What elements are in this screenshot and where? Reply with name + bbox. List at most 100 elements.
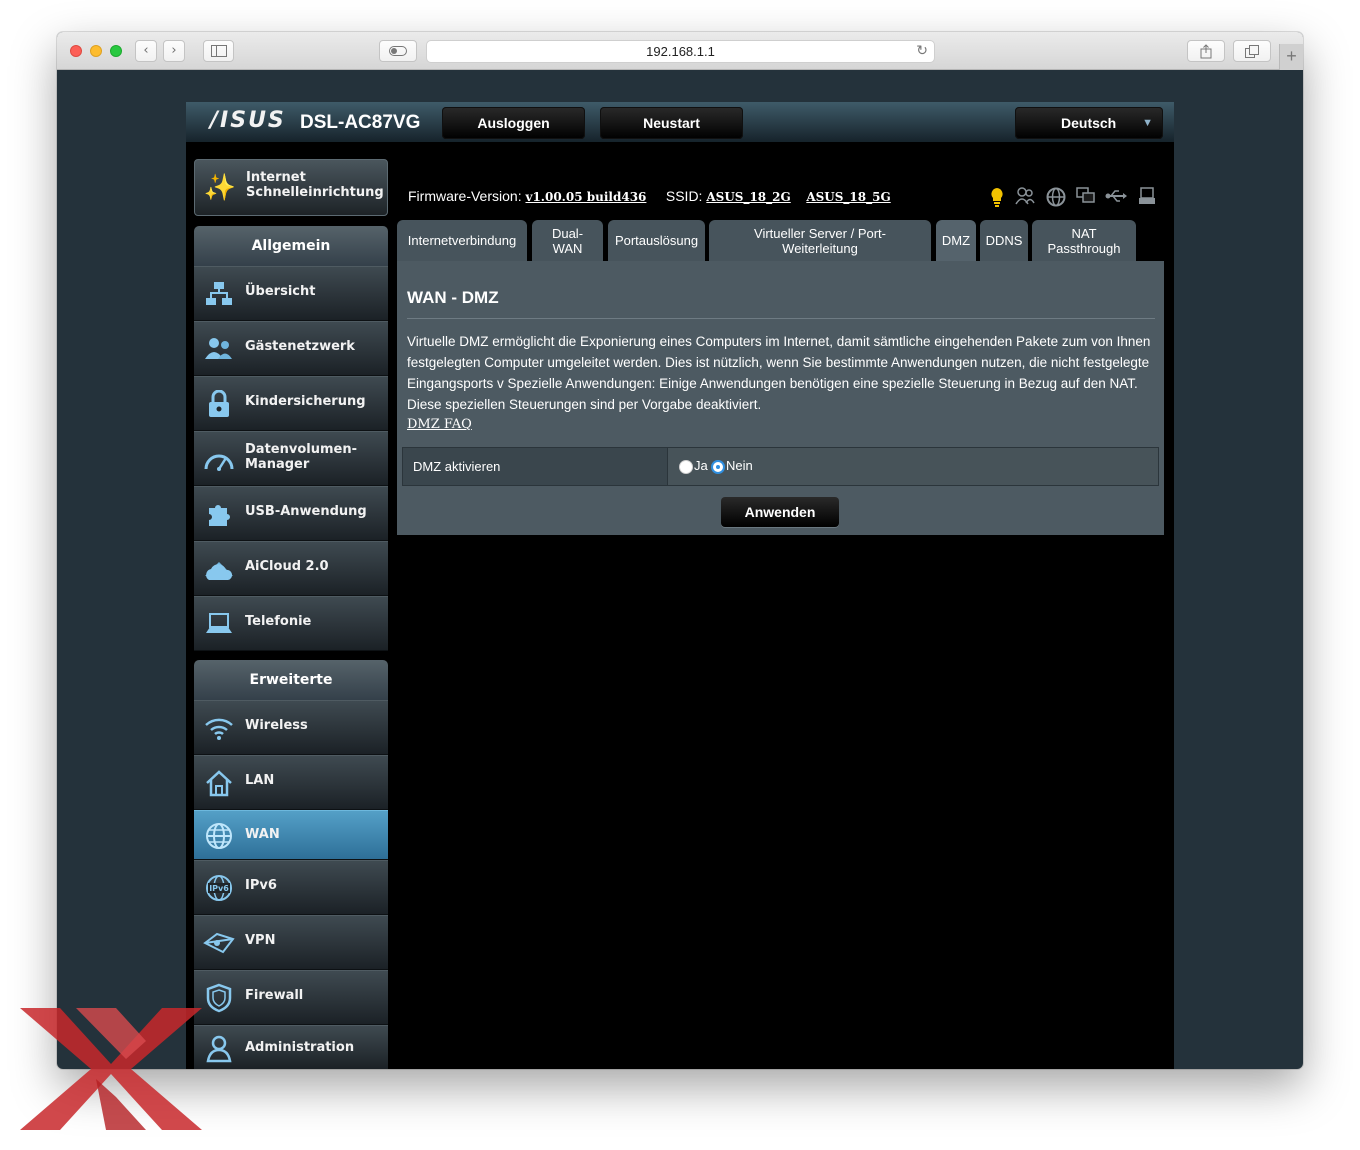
asus-logo: /ISUS: [210, 108, 286, 133]
tabs-icon: [1245, 45, 1259, 58]
dropdown-arrow-icon: ▼: [1142, 117, 1153, 129]
ssid-2g-link[interactable]: ASUS_18_2G: [706, 190, 790, 204]
tab-internet-connection[interactable]: Internetverbindung: [397, 220, 527, 261]
network-map-icon: [202, 277, 236, 311]
shield-icon: [202, 981, 236, 1015]
wifi-icon: [202, 711, 236, 745]
tab-virtual-server[interactable]: Virtueller Server / Port-Weiterleitung: [709, 220, 931, 261]
forward-button[interactable]: ›: [163, 40, 185, 62]
url-text: 192.168.1.1: [646, 44, 715, 59]
menu-label-parental-control: Kindersicherung: [245, 394, 366, 409]
magic-wand-icon: ✨: [203, 172, 237, 202]
share-button[interactable]: [1187, 40, 1225, 62]
general-section-title: Allgemein: [194, 226, 388, 266]
tab-dmz[interactable]: DMZ: [936, 220, 976, 261]
sidebar-toggle-button[interactable]: [203, 40, 234, 62]
new-tab-button[interactable]: +: [1279, 44, 1303, 70]
radio-no-label: Nein: [726, 458, 753, 473]
menu-item-administration[interactable]: Administration: [194, 1025, 388, 1069]
tab-ddns[interactable]: DDNS: [980, 220, 1028, 261]
menu-label-telephony: Telefonie: [245, 614, 312, 629]
menu-label-guest-network: Gästenetzwerk: [245, 339, 355, 354]
menu-item-traffic-manager[interactable]: Datenvolumen-Manager: [194, 431, 388, 486]
restart-button[interactable]: Neustart: [600, 107, 743, 139]
dmz-description: Virtuelle DMZ ermöglicht die Exponierung…: [407, 334, 1151, 412]
internet-status-icon[interactable]: [1045, 187, 1067, 209]
firmware-label: Firmware-Version:: [408, 188, 522, 204]
menu-item-aicloud[interactable]: AiCloud 2.0: [194, 541, 388, 596]
back-button[interactable]: ‹: [135, 40, 157, 62]
home-icon: [202, 766, 236, 800]
menu-item-overview[interactable]: Übersicht: [194, 266, 388, 321]
menu-label-vpn: VPN: [245, 933, 276, 948]
tab-nat-passthrough[interactable]: NAT Passthrough: [1032, 220, 1136, 261]
chevron-right-icon: ›: [171, 43, 177, 58]
menu-label-usb-application: USB-Anwendung: [245, 504, 367, 519]
dmz-enable-label: DMZ aktivieren: [403, 448, 668, 485]
device-icon[interactable]: [1075, 187, 1097, 209]
menu-label-overview: Übersicht: [245, 284, 316, 299]
tab-port-trigger[interactable]: Portauslösung: [608, 220, 705, 261]
clients-icon[interactable]: [1014, 187, 1036, 209]
quick-setup-label: Internet Schnelleinrichtung: [246, 170, 384, 200]
toggle-icon: [389, 46, 407, 56]
quick-setup-button[interactable]: ✨ Internet Schnelleinrichtung: [194, 159, 388, 216]
globe-icon: [202, 819, 236, 853]
radio-yes[interactable]: [679, 460, 693, 474]
usb-icon[interactable]: [1105, 187, 1127, 209]
svg-text:IPv6: IPv6: [209, 884, 229, 893]
radio-no[interactable]: [711, 460, 725, 474]
menu-label-lan: LAN: [245, 773, 275, 788]
menu-label-administration: Administration: [245, 1040, 355, 1055]
menu-label-wireless: Wireless: [245, 718, 308, 733]
close-window-button[interactable]: [70, 45, 82, 57]
logout-button[interactable]: Ausloggen: [442, 107, 585, 139]
plus-icon: +: [1286, 46, 1297, 66]
telephony-icon: [202, 607, 236, 641]
ssid-5g-link[interactable]: ASUS_18_5G: [806, 190, 890, 204]
dmz-enable-row: DMZ aktivieren Ja Nein: [402, 447, 1159, 486]
parental-control-icon: [202, 387, 236, 421]
minimize-window-button[interactable]: [90, 45, 102, 57]
lightbulb-icon[interactable]: [986, 187, 1008, 209]
radio-yes-label: Ja: [694, 458, 708, 473]
tabs-overview-button[interactable]: [1233, 40, 1271, 62]
firmware-version-link[interactable]: v1.00.05 build436: [525, 190, 646, 204]
menu-item-wan[interactable]: WAN: [194, 810, 388, 860]
usb-application-icon: [202, 497, 236, 531]
reload-icon[interactable]: ↻: [916, 41, 928, 62]
vpn-icon: [202, 926, 236, 960]
menu-item-firewall[interactable]: Firewall: [194, 970, 388, 1025]
admin-icon: [202, 1032, 236, 1066]
menu-item-guest-network[interactable]: Gästenetzwerk: [194, 321, 388, 376]
zoom-window-button[interactable]: [110, 45, 122, 57]
privacy-toggle-button[interactable]: [379, 40, 417, 62]
cloud-icon: [202, 552, 236, 586]
menu-item-lan[interactable]: LAN: [194, 755, 388, 810]
menu-item-telephony[interactable]: Telefonie: [194, 596, 388, 651]
menu-item-wireless[interactable]: Wireless: [194, 700, 388, 755]
sidebar-icon: [210, 45, 227, 57]
tab-dual-wan[interactable]: Dual-WAN: [532, 220, 603, 261]
traffic-manager-icon: [202, 442, 236, 476]
ssid-label: SSID:: [665, 188, 703, 204]
language-value: Deutsch: [1061, 115, 1117, 131]
page-title: WAN - DMZ: [407, 288, 499, 307]
address-bar[interactable]: 192.168.1.1 ↻: [426, 40, 935, 63]
router-page: /ISUS DSL-AC87VG Ausloggen Neustart Deut…: [186, 102, 1174, 1069]
firmware-ssid-bar: Firmware-Version: v1.00.05 build436 SSID…: [408, 188, 891, 204]
chevron-left-icon: ‹: [143, 43, 149, 58]
browser-toolbar: ‹ › 192.168.1.1 ↻ +: [57, 32, 1303, 70]
dmz-panel: WAN - DMZ Virtuelle DMZ ermöglicht die E…: [397, 261, 1164, 535]
language-select[interactable]: Deutsch ▼: [1015, 107, 1163, 139]
printer-icon[interactable]: [1136, 187, 1158, 209]
menu-item-vpn[interactable]: VPN: [194, 915, 388, 970]
menu-item-usb-application[interactable]: USB-Anwendung: [194, 486, 388, 541]
apply-button[interactable]: Anwenden: [721, 497, 839, 527]
router-header: /ISUS DSL-AC87VG Ausloggen Neustart Deut…: [186, 102, 1174, 142]
dmz-faq-link[interactable]: DMZ FAQ: [407, 417, 472, 432]
menu-item-ipv6[interactable]: IPv6 IPv6: [194, 860, 388, 915]
menu-label-ipv6: IPv6: [245, 878, 277, 893]
menu-label-firewall: Firewall: [245, 988, 304, 1003]
menu-item-parental-control[interactable]: Kindersicherung: [194, 376, 388, 431]
